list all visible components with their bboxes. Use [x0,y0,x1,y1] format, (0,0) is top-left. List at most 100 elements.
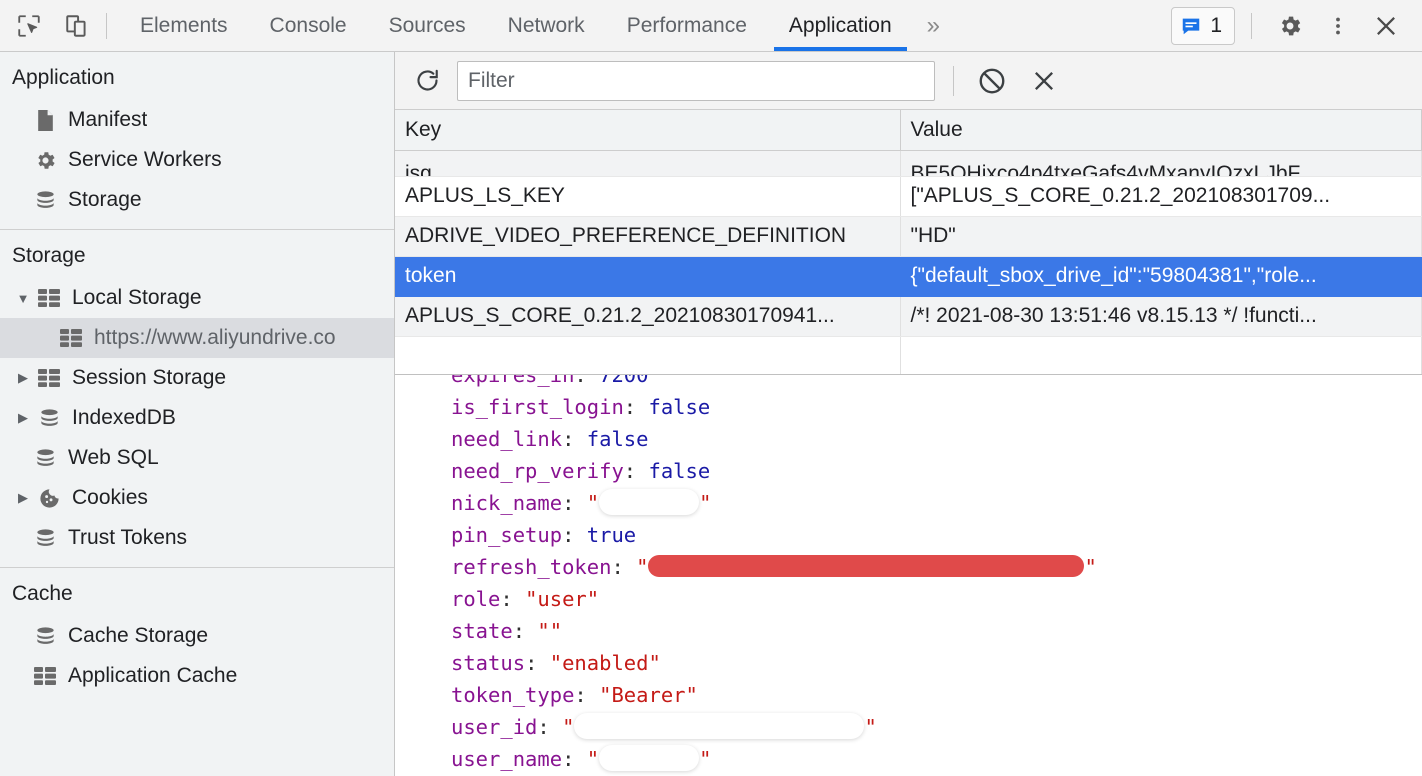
application-sidebar: Application Manifest Service Workers [0,52,395,776]
tab-sources[interactable]: Sources [368,0,487,51]
sidebar-item-application-cache[interactable]: Application Cache [0,656,394,696]
local-storage-table[interactable]: Key Value isg__ BE5OHixco4p4txeGafs4vMxa… [395,110,1422,374]
devtools-body: Application Manifest Service Workers [0,52,1422,776]
sidebar-item-label: Cache Storage [68,624,208,648]
table-row-selected[interactable]: token {"default_sbox_drive_id":"59804381… [395,256,1422,296]
cell-key: token [395,256,900,296]
preview-value: true [587,523,636,547]
tab-elements[interactable]: Elements [119,0,249,51]
service-worker-gear-icon [30,149,60,172]
preview-value: false [648,395,710,419]
preview-line-is-first-login: is_first_login: false [451,391,1422,423]
preview-key: is_first_login [451,395,624,419]
table-row[interactable]: APLUS_S_CORE_0.21.2_20210830170941... /*… [395,296,1422,336]
devtools-tab-list: Elements Console Sources Network Perform… [119,0,954,51]
preview-key: nick_name [451,491,562,515]
redaction-user-id [574,713,864,739]
chevron-down-icon[interactable]: ▼ [12,291,34,306]
more-options-icon[interactable] [1316,4,1360,48]
preview-value: false [587,427,649,451]
cell-key: APLUS_LS_KEY [395,176,900,216]
preview-key: user_name [451,747,562,771]
device-toolbar-icon[interactable] [60,9,94,43]
preview-key: expires_in [451,374,574,387]
sidebar-item-label: Session Storage [72,366,226,390]
sidebar-item-web-sql[interactable]: Web SQL [0,438,394,478]
more-tabs-label: » [927,12,940,40]
sidebar-item-label: Service Workers [68,148,222,172]
sidebar-item-label: https://www.aliyundrive.co [94,326,336,350]
cell-value: "HD" [900,216,1422,256]
sidebar-item-local-storage-origin[interactable]: https://www.aliyundrive.co [0,318,394,358]
sidebar-section-title: Storage [0,230,394,278]
preview-value: 7200 [599,374,648,387]
sidebar-item-label: Trust Tokens [68,526,187,550]
preview-value: "enabled" [550,651,661,675]
redaction-nick-name [599,489,699,515]
cell-value: ["APLUS_S_CORE_0.21.2_202108301709... [900,176,1422,216]
sidebar-item-manifest[interactable]: Manifest [0,100,394,140]
preview-value: "user" [525,587,599,611]
storage-database-icon [30,527,60,550]
toolbar-divider [106,13,107,39]
sidebar-item-cache-storage[interactable]: Cache Storage [0,616,394,656]
delete-selected-icon[interactable] [1024,61,1064,101]
settings-gear-icon[interactable] [1268,4,1312,48]
sidebar-section-title: Application [0,52,394,100]
cell-value: {"default_sbox_drive_id":"59804381","rol… [900,256,1422,296]
sidebar-section-cache: Cache Cache Storage [0,568,394,696]
preview-key: pin_setup [451,523,562,547]
tab-network[interactable]: Network [487,0,606,51]
sidebar-item-service-workers[interactable]: Service Workers [0,140,394,180]
message-count: 1 [1210,14,1222,38]
table-row[interactable]: APLUS_LS_KEY ["APLUS_S_CORE_0.21.2_20210… [395,176,1422,216]
table-row[interactable]: isg__ BE5OHixco4p4txeGafs4vMxanyIQzxLJbF… [395,150,1422,176]
sidebar-item-session-storage[interactable]: ▶ Session Storage [0,358,394,398]
cookie-icon [34,487,64,510]
preview-key: refresh_token [451,555,611,579]
console-message-badge[interactable]: 1 [1171,7,1235,45]
tab-label: Network [508,14,585,38]
sidebar-item-label: Local Storage [72,286,202,310]
table-grid-icon [34,289,64,307]
clear-all-icon[interactable] [972,61,1012,101]
column-header-key[interactable]: Key [395,110,900,150]
preview-key: state [451,619,513,643]
message-bubble-icon [1180,15,1202,37]
sidebar-item-label: Application Cache [68,664,237,688]
chevron-right-icon[interactable]: ▶ [12,490,34,506]
tab-label: Application [789,14,892,38]
value-preview-panel[interactable]: expires_in: 7200 is_first_login: false n… [395,374,1422,776]
manifest-document-icon [30,109,60,132]
filter-input[interactable] [457,61,935,101]
tab-console[interactable]: Console [249,0,368,51]
sidebar-item-trust-tokens[interactable]: Trust Tokens [0,518,394,558]
preview-line-expires-in: expires_in: 7200 [451,374,1422,391]
sidebar-item-cookies[interactable]: ▶ Cookies [0,478,394,518]
table-body: isg__ BE5OHixco4p4txeGafs4vMxanyIQzxLJbF… [395,150,1422,374]
chevron-right-icon[interactable]: ▶ [12,410,34,426]
column-header-value[interactable]: Value [900,110,1422,150]
redaction-user-name [599,745,699,771]
preview-line-user-name: user_name: "" [451,743,1422,775]
sidebar-item-storage[interactable]: Storage [0,180,394,220]
sidebar-item-local-storage[interactable]: ▼ Local Storage [0,278,394,318]
devtools-right-tools: 1 [1171,4,1422,48]
tab-application[interactable]: Application [768,0,913,51]
sidebar-section-title: Cache [0,568,394,616]
close-devtools-icon[interactable] [1364,4,1408,48]
chevron-right-icon[interactable]: ▶ [12,370,34,386]
preview-key: need_rp_verify [451,459,624,483]
cell-key: APLUS_S_CORE_0.21.2_20210830170941... [395,296,900,336]
refresh-icon[interactable] [409,63,445,99]
table-row[interactable]: ADRIVE_VIDEO_PREFERENCE_DEFINITION "HD" [395,216,1422,256]
sidebar-section-application: Application Manifest Service Workers [0,52,394,230]
tab-label: Console [270,14,347,38]
sidebar-item-indexeddb[interactable]: ▶ IndexedDB [0,398,394,438]
inspect-element-icon[interactable] [12,9,46,43]
tab-label: Performance [627,14,747,38]
preview-key: token_type [451,683,574,707]
more-tabs-icon[interactable]: » [913,0,954,51]
devtools-left-tools [0,9,94,43]
tab-performance[interactable]: Performance [606,0,768,51]
